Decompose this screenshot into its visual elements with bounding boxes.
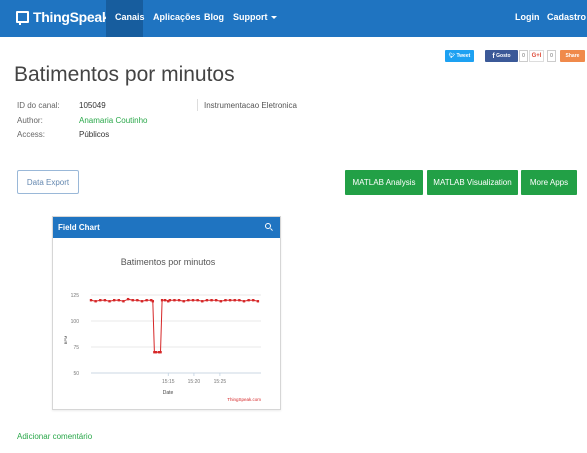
y-tick-label: 75 [73,345,79,351]
more-apps-button[interactable]: More Apps [521,170,577,195]
data-point [140,300,144,303]
channel-id-value: 105049 [79,101,106,110]
data-point [94,300,97,303]
data-point [131,299,134,302]
channel-id-label: ID do canal: [17,101,60,110]
data-point [214,299,218,302]
y-tick-label: 50 [73,371,79,377]
data-point [163,299,167,302]
channel-description: Instrumentacao Eletronica [204,101,297,110]
support-label: Support [233,12,268,22]
data-point [168,299,172,302]
data-point [182,300,185,303]
author-label: Author: [17,116,43,125]
nav-item-aplicacoes[interactable]: Aplicações [153,12,201,22]
data-point [108,300,111,303]
author-link[interactable]: Anamaria Coutinho [79,116,147,125]
data-point [201,300,204,303]
data-point [160,299,164,302]
x-tick-label: 15:25 [214,379,227,385]
field-chart-title: Field Chart [58,223,100,232]
brand-logo[interactable]: ThingSpeak [16,9,110,25]
brand-name: ThingSpeak [33,9,110,25]
field-chart-header: Field Chart [53,217,280,238]
access-value: Públicos [79,130,110,139]
data-point [126,297,130,301]
data-point [210,299,213,302]
data-point [238,299,241,302]
bpm-line-chart: Batimentos por minutos 50 75 100 125 15:15 15:… [63,257,261,402]
data-point [159,351,162,354]
data-point [177,299,181,302]
gplus-button[interactable]: G+I [529,50,544,62]
data-point [154,351,158,354]
data-point [196,299,199,302]
data-point [191,299,195,302]
data-point [242,300,246,303]
data-point [247,299,250,302]
y-tick-label: 100 [71,319,80,325]
tweet-button[interactable]: 🐦︎ Tweet [445,50,474,62]
access-label: Access: [17,130,46,139]
tweet-label: Tweet [456,53,471,59]
facebook-count: 0 [519,50,528,62]
x-tick-label: 15:15 [162,379,175,385]
chart-title: Batimentos por minutos [121,257,216,267]
y-axis-title: BPM [63,336,68,345]
facebook-icon: f [492,52,495,60]
info-divider [197,99,198,111]
data-point [112,299,116,302]
matlab-analysis-button[interactable]: MATLAB Analysis [345,170,423,195]
facebook-like-button[interactable]: f Gosto [485,50,518,62]
chat-bubble-icon [16,11,29,25]
x-axis-title: Date [163,390,174,396]
twitter-icon: 🐦︎ [448,53,456,59]
chart-credit: ThingSpeak.com [227,397,261,402]
y-tick-label: 125 [71,293,80,299]
data-point [136,299,139,302]
signup-link[interactable]: Cadastro [547,12,586,22]
data-point [228,299,232,302]
data-point [103,299,107,302]
data-point [224,299,227,302]
page-title: Batimentos por minutos [14,63,235,86]
share-button[interactable]: Share [560,50,585,62]
data-point [187,299,190,302]
data-export-button[interactable]: Data Export [17,170,79,194]
search-icon[interactable] [265,223,271,229]
data-point [145,299,148,302]
data-point [99,299,102,302]
data-point [173,299,176,302]
matlab-visualization-button[interactable]: MATLAB Visualization [427,170,518,195]
chevron-down-icon [270,16,277,20]
data-point [233,299,236,302]
login-link[interactable]: Login [515,12,540,22]
data-point [89,299,93,302]
data-point [151,300,155,303]
data-point [252,299,255,302]
x-tick-label: 15:20 [188,379,201,385]
data-point [122,300,125,303]
share-label: Share [565,53,580,59]
nav-item-canais[interactable]: Canais [115,12,145,22]
nav-item-support[interactable]: Support [233,12,277,22]
top-navbar: ThingSpeak Canais Aplicações Blog Suppor… [0,0,587,37]
data-point [117,299,121,302]
data-point [205,299,209,302]
add-comment-link[interactable]: Adicionar comentário [17,432,92,441]
data-point [256,300,260,303]
series-line [90,298,259,353]
gplus-count: 0 [547,50,556,62]
facebook-label: Gosto [496,53,511,59]
data-point [219,300,223,303]
field-chart-panel: Field Chart Batimentos por minutos 50 75 10… [52,216,281,410]
nav-item-blog[interactable]: Blog [204,12,224,22]
